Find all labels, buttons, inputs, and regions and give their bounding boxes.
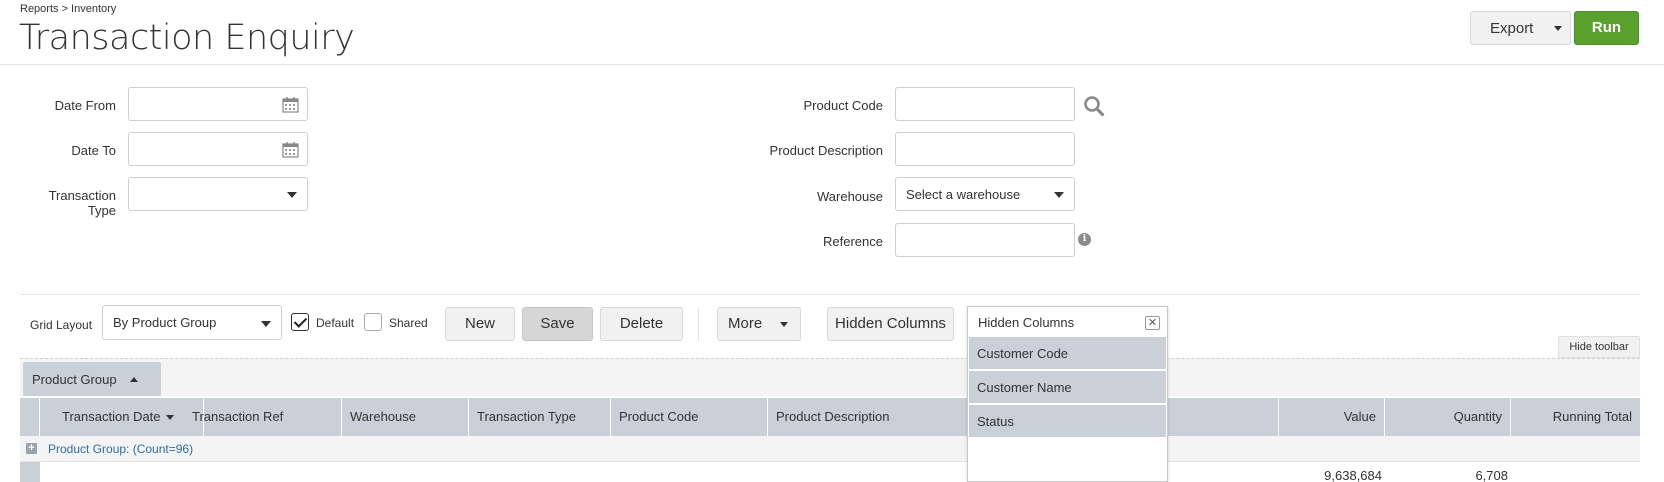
warehouse-label: Warehouse	[817, 189, 883, 204]
hidden-column-item-customer-name[interactable]: Customer Name	[969, 371, 1166, 404]
hidden-columns-panel: Hidden Columns ✕ Customer Code Customer …	[967, 306, 1168, 482]
chevron-down-icon	[1054, 192, 1064, 198]
column-header-warehouse[interactable]: Warehouse	[342, 398, 469, 436]
row-gutter	[20, 462, 40, 482]
column-header-value[interactable]: Value	[1259, 398, 1385, 436]
search-icon[interactable]	[1083, 95, 1105, 117]
total-value: 9,638,684	[1324, 468, 1382, 482]
new-button[interactable]: New	[445, 307, 515, 341]
default-label: Default	[316, 316, 355, 330]
header-divider	[0, 64, 1664, 65]
date-to-label: Date To	[71, 143, 116, 158]
group-chip-product-group[interactable]: Product Group	[23, 362, 161, 396]
product-code-input[interactable]	[895, 87, 1075, 121]
hidden-columns-button[interactable]: Hidden Columns	[827, 307, 954, 341]
breadcrumb[interactable]: Reports > Inventory	[20, 3, 116, 15]
group-by-area[interactable]: Product Group	[20, 358, 1640, 396]
grid-header: Transaction Date Transaction Ref Warehou…	[20, 398, 1640, 436]
group-row-label[interactable]: Product Group: (Count=96)	[48, 442, 193, 456]
total-quantity: 6,708	[1475, 468, 1508, 482]
expand-icon[interactable]: +	[26, 443, 37, 454]
save-button[interactable]: Save	[522, 307, 593, 341]
hidden-column-item-status[interactable]: Status	[969, 405, 1166, 438]
shared-checkbox[interactable]	[364, 313, 382, 331]
calendar-icon[interactable]	[282, 141, 299, 158]
sort-descending-icon	[165, 415, 174, 421]
date-to-field[interactable]	[128, 132, 308, 166]
shared-label: Shared	[389, 316, 428, 330]
delete-button[interactable]: Delete	[600, 307, 683, 341]
column-header-product-code[interactable]: Product Code	[611, 398, 768, 436]
grid-layout-label: Grid Layout	[30, 318, 93, 332]
column-header-transaction-ref[interactable]: Transaction Ref	[184, 398, 342, 436]
chevron-down-icon	[287, 192, 297, 198]
grid-layout-select[interactable]: By Product Group	[102, 305, 282, 340]
default-checkbox[interactable]	[291, 313, 309, 331]
more-button[interactable]: More	[717, 307, 801, 341]
export-button[interactable]: Export	[1470, 11, 1571, 45]
hidden-columns-panel-title: Hidden Columns	[978, 315, 1075, 330]
run-button[interactable]: Run	[1574, 11, 1639, 45]
reference-label: Reference	[823, 234, 883, 249]
product-code-label: Product Code	[803, 98, 884, 113]
hidden-column-item-customer-code[interactable]: Customer Code	[969, 337, 1166, 370]
transaction-type-label: Transaction Type	[48, 188, 116, 218]
product-description-input[interactable]	[895, 132, 1075, 166]
close-icon[interactable]: ✕	[1145, 316, 1160, 330]
group-chip-label: Product Group	[32, 372, 117, 387]
export-button-label: Export	[1490, 20, 1534, 37]
gutter-header	[20, 398, 40, 436]
reference-input[interactable]	[895, 223, 1075, 257]
grid-layout-value: By Product Group	[113, 315, 217, 330]
chevron-down-icon[interactable]	[1554, 26, 1562, 31]
section-divider	[20, 294, 1640, 295]
date-from-field[interactable]	[128, 87, 308, 121]
column-header-transaction-date[interactable]: Transaction Date	[40, 398, 204, 436]
info-icon[interactable]: i	[1078, 233, 1091, 246]
column-header-running-total[interactable]: Running Total	[1511, 398, 1640, 436]
date-from-label: Date From	[54, 98, 116, 113]
toolbar-divider	[698, 309, 699, 341]
more-button-label: More	[728, 315, 763, 332]
column-header-transaction-type[interactable]: Transaction Type	[469, 398, 611, 436]
group-row[interactable]: + Product Group: (Count=96)	[20, 436, 1640, 462]
warehouse-select[interactable]: Select a warehouse	[895, 177, 1075, 211]
transaction-type-select[interactable]	[128, 177, 308, 211]
hide-toolbar-button[interactable]: Hide toolbar	[1558, 336, 1640, 358]
column-header-quantity[interactable]: Quantity	[1385, 398, 1511, 436]
page-title: Transaction Enquiry	[19, 18, 355, 58]
chevron-down-icon	[780, 322, 788, 327]
warehouse-value: Select a warehouse	[906, 187, 1021, 202]
chevron-down-icon	[261, 321, 271, 327]
calendar-icon[interactable]	[282, 96, 299, 113]
product-description-label: Product Description	[769, 143, 883, 158]
sort-ascending-icon[interactable]	[130, 377, 138, 382]
column-header-label: Transaction Date	[62, 409, 161, 424]
